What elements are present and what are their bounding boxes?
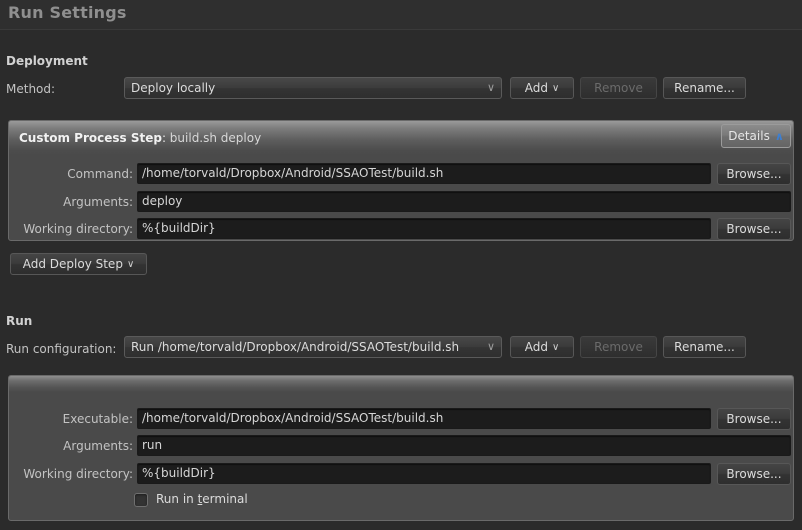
command-browse-button[interactable]: Browse...	[717, 163, 791, 185]
command-input[interactable]: /home/torvald/Dropbox/Android/SSAOTest/b…	[137, 163, 711, 184]
working-directory-label: Working directory:	[23, 222, 133, 236]
chevron-down-icon: ∨	[486, 340, 495, 353]
custom-process-step-panel: Custom Process Step: build.sh deploy Det…	[8, 120, 794, 241]
details-label: Details	[728, 129, 770, 143]
run-in-terminal-label[interactable]: Run in terminal	[156, 492, 248, 506]
run-working-directory-browse-button[interactable]: Browse...	[717, 463, 791, 485]
deployment-add-label: Add	[524, 81, 548, 95]
page-title: Run Settings	[8, 3, 127, 22]
run-rename-button[interactable]: Rename...	[663, 336, 746, 358]
run-remove-button[interactable]: Remove	[580, 336, 657, 358]
chevron-down-icon: ∨	[486, 81, 495, 94]
run-in-terminal-text-post: erminal	[202, 492, 248, 506]
run-working-directory-browse-label: Browse...	[726, 467, 782, 481]
run-configuration-value: Run /home/torvald/Dropbox/Android/SSAOTe…	[131, 340, 460, 354]
run-configuration-label: Run configuration:	[6, 342, 117, 356]
run-add-button[interactable]: Add ∨	[510, 336, 574, 358]
arguments-input[interactable]: deploy	[137, 191, 791, 212]
window-titlebar: Run Settings	[0, 0, 802, 30]
arguments-label: Arguments:	[63, 195, 133, 209]
run-arguments-label: Arguments:	[63, 439, 133, 453]
run-in-terminal-checkbox[interactable]	[134, 493, 148, 507]
custom-process-step-title: Custom Process Step: build.sh deploy	[19, 131, 261, 145]
command-browse-label: Browse...	[726, 167, 782, 181]
settings-page: Deployment Method: Deploy locally ∨ Add ∨…	[0, 31, 802, 530]
executable-input[interactable]: /home/torvald/Dropbox/Android/SSAOTest/b…	[137, 408, 711, 429]
run-add-label: Add	[524, 340, 548, 354]
run-in-terminal-text-pre: Run in	[156, 492, 198, 506]
command-label: Command:	[67, 167, 133, 181]
add-deploy-step-label: Add Deploy Step	[22, 257, 123, 271]
deployment-rename-button[interactable]: Rename...	[663, 77, 746, 99]
run-heading: Run	[6, 314, 33, 328]
working-directory-browse-label: Browse...	[726, 222, 782, 236]
deployment-method-value: Deploy locally	[131, 81, 216, 95]
run-arguments-input[interactable]: run	[137, 435, 791, 456]
deployment-rename-label: Rename...	[674, 81, 735, 95]
chevron-up-icon: ∧	[774, 130, 784, 143]
working-directory-input[interactable]: %{buildDir}	[137, 218, 711, 239]
deployment-method-label: Method:	[6, 82, 56, 96]
run-working-directory-label: Working directory:	[23, 467, 133, 481]
deployment-heading: Deployment	[6, 54, 88, 68]
deployment-add-button[interactable]: Add ∨	[510, 77, 574, 99]
chevron-down-icon: ∨	[551, 83, 560, 94]
executable-browse-button[interactable]: Browse...	[717, 408, 791, 430]
custom-process-step-title-separator: :	[161, 131, 170, 145]
executable-browse-label: Browse...	[726, 412, 782, 426]
run-remove-label: Remove	[594, 340, 643, 354]
executable-label: Executable:	[62, 412, 133, 426]
run-settings-panel: Executable: /home/torvald/Dropbox/Androi…	[8, 375, 794, 521]
chevron-down-icon: ∨	[126, 259, 135, 270]
chevron-down-icon: ∨	[551, 342, 560, 353]
custom-process-step-title-bold: Custom Process Step	[19, 131, 162, 145]
deployment-remove-button[interactable]: Remove	[580, 77, 657, 99]
custom-process-step-title-rest: build.sh deploy	[169, 131, 262, 145]
deployment-method-combobox[interactable]: Deploy locally ∨	[124, 77, 502, 99]
deployment-remove-label: Remove	[594, 81, 643, 95]
run-rename-label: Rename...	[674, 340, 735, 354]
add-deploy-step-button[interactable]: Add Deploy Step ∨	[10, 253, 147, 275]
run-configuration-combobox[interactable]: Run /home/torvald/Dropbox/Android/SSAOTe…	[124, 336, 502, 358]
details-toggle-button[interactable]: Details ∧	[721, 124, 791, 148]
working-directory-browse-button[interactable]: Browse...	[717, 218, 791, 240]
run-working-directory-input[interactable]: %{buildDir}	[137, 463, 711, 484]
